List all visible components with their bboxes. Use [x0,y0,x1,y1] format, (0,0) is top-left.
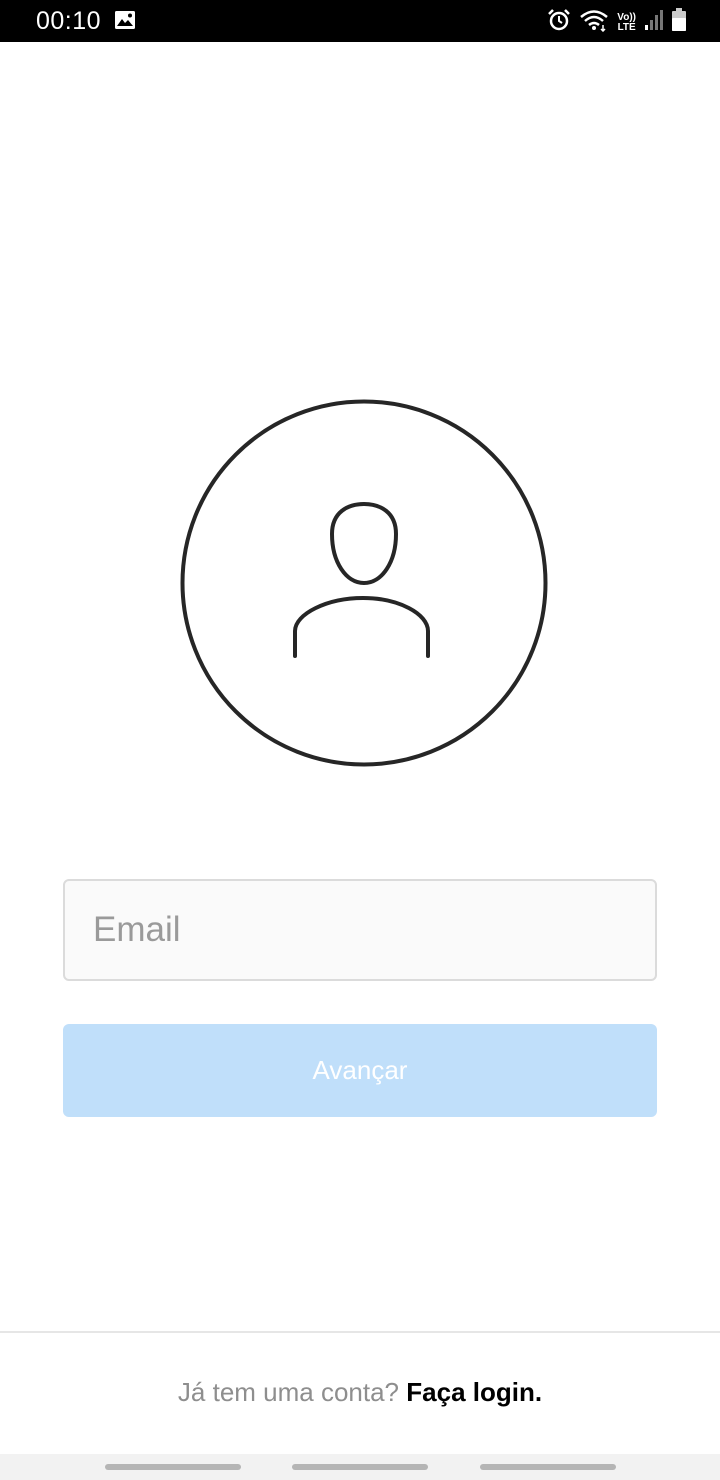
volte-bottom-text: LTE [617,21,636,33]
avatar[interactable] [180,399,548,767]
login-question: Já tem uma conta? [177,1377,400,1407]
nav-recents-handle[interactable] [105,1464,241,1470]
nav-back-handle[interactable] [480,1464,616,1470]
divider [0,1331,720,1333]
navigation-bar [0,1454,720,1480]
email-field[interactable] [63,879,657,981]
login-link[interactable]: Faça login. [406,1377,542,1407]
person-icon [180,399,548,767]
status-time: 00:10 [36,7,102,35]
volte-icon: Vo)) LTE [617,11,636,33]
next-button[interactable]: Avançar [63,1024,657,1117]
alarm-icon [547,8,571,37]
login-prompt: Já tem uma conta? Faça login. [0,1377,720,1408]
image-icon [114,10,136,35]
signal-icon [644,9,664,36]
status-bar: 00:10 Vo)) LTE [0,0,720,42]
nav-home-handle[interactable] [292,1464,428,1470]
battery-icon [672,8,686,37]
wifi-icon [579,8,609,37]
volte-top-text: Vo)) [617,11,636,23]
